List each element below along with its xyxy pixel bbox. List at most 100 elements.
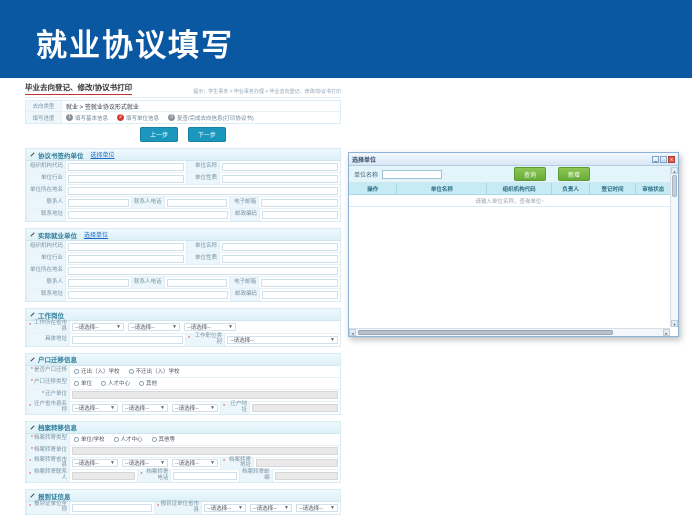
form-row: *档案转寄单位: [26, 446, 340, 458]
select-dropdown[interactable]: --请选择--▼: [72, 404, 118, 412]
scroll-left-icon[interactable]: ◄: [349, 329, 356, 336]
text-input[interactable]: [68, 175, 184, 183]
field-label: 邮政编码: [230, 289, 260, 301]
add-unit-button[interactable]: 新增: [558, 167, 590, 181]
text-input[interactable]: [68, 187, 338, 195]
vertical-scroll-thumb[interactable]: [672, 175, 677, 197]
destination-type-label: 去向类型: [26, 101, 62, 111]
form-row: 具体地址*工作职位类别--请选择--▼: [26, 334, 340, 346]
field-label: *工作职位类别: [185, 334, 225, 346]
required-mark: *: [29, 324, 31, 330]
text-input[interactable]: [68, 199, 129, 207]
radio-option[interactable]: 人才中心: [114, 435, 143, 443]
text-input[interactable]: [68, 255, 184, 263]
unit-name-input[interactable]: [382, 170, 442, 179]
radio-option[interactable]: 单位: [74, 379, 92, 387]
select-unit-dialog: 选择单位 ▁ □ ✕ 单位名称 查询 新增 操作单位名称组织机构代码负责人登记时…: [348, 152, 679, 337]
field-label: 联系地址: [26, 289, 66, 301]
select-unit-link[interactable]: 选择单位: [84, 230, 108, 239]
select-dropdown[interactable]: --请选择-- ▼: [204, 504, 246, 512]
text-input[interactable]: [173, 472, 236, 480]
text-input: [252, 404, 338, 412]
close-icon[interactable]: ✕: [668, 156, 675, 163]
step-1: 1填写基本信息: [66, 114, 108, 122]
radio-option[interactable]: 其他等: [152, 435, 176, 443]
field-label: 单位性质: [186, 173, 220, 184]
text-input: [72, 447, 338, 455]
text-input[interactable]: [72, 504, 152, 512]
form-row: *档案转寄省市县--请选择--▼--请选择--▼--请选择--▼*档案转寄地址: [26, 458, 340, 471]
radio-option[interactable]: 其他: [139, 379, 157, 387]
prev-step-button[interactable]: 上一步: [140, 127, 178, 142]
radio-option[interactable]: 不迁出（入）学校: [129, 367, 180, 375]
text-input[interactable]: [68, 211, 228, 219]
query-button[interactable]: 查询: [514, 167, 546, 181]
chevron-down-icon: ▼: [110, 460, 115, 466]
scroll-down-icon[interactable]: ▼: [671, 320, 678, 327]
scroll-right-icon[interactable]: ►: [663, 329, 670, 336]
maximize-icon[interactable]: □: [660, 156, 667, 163]
select-value: --请选择--: [125, 404, 149, 412]
radio-option[interactable]: 单位/学校: [74, 435, 105, 443]
text-input[interactable]: [261, 279, 338, 287]
select-dropdown[interactable]: --请选择--▼: [296, 504, 338, 512]
chevron-down-icon: ▼: [238, 505, 243, 511]
radio-option[interactable]: 迁出（入）学校: [74, 367, 120, 375]
destination-type-row: 去向类型 就业 > 签就业协议形式就业: [26, 101, 340, 112]
horizontal-scrollbar[interactable]: ◄ ►: [349, 328, 670, 336]
text-input[interactable]: [222, 175, 338, 183]
text-input[interactable]: [68, 267, 338, 275]
select-value: --请选择--: [187, 323, 211, 331]
dialog-titlebar[interactable]: 选择单位 ▁ □ ✕: [349, 153, 678, 166]
form-row: 单位行业单位性质: [26, 173, 340, 185]
text-input[interactable]: [167, 279, 228, 287]
radio-icon: [74, 437, 79, 442]
horizontal-scroll-thumb[interactable]: [358, 330, 613, 335]
text-input[interactable]: [222, 163, 338, 171]
field-label: 邮政编码: [230, 209, 260, 221]
scroll-up-icon[interactable]: ▲: [671, 167, 678, 174]
form-row: 单位所在地名: [26, 265, 340, 277]
text-input[interactable]: [222, 243, 338, 251]
text-input: [275, 472, 338, 480]
text-input[interactable]: [167, 199, 228, 207]
radio-option[interactable]: 人才中心: [101, 379, 130, 387]
form-title: 毕业去向登记、修改/协议书打印: [25, 82, 132, 95]
select-dropdown[interactable]: --请选择--▼: [184, 323, 236, 331]
section-2: 实际就业单位选择单位组织机构代码单位名称单位行业单位性质单位所在地名联系人联系人…: [25, 228, 341, 302]
select-dropdown[interactable]: --请选择--▼: [122, 459, 168, 467]
select-dropdown[interactable]: --请选择--▼: [72, 323, 124, 331]
form-row: *迁户单位: [26, 390, 340, 402]
select-dropdown[interactable]: --请选择--▼: [250, 504, 292, 512]
vertical-scrollbar[interactable]: ▲ ▼: [670, 167, 678, 327]
text-input[interactable]: [72, 336, 183, 344]
select-dropdown[interactable]: --请选择--▼: [172, 404, 218, 412]
select-value: --请选择--: [75, 323, 99, 331]
text-input[interactable]: [68, 163, 184, 171]
text-input[interactable]: [68, 243, 184, 251]
text-input[interactable]: [222, 255, 338, 263]
select-dropdown[interactable]: --请选择--▼: [172, 459, 218, 467]
spacer: [238, 321, 340, 333]
select-value: --请选择--: [207, 504, 231, 512]
select-dropdown[interactable]: --请选择--▼: [72, 459, 118, 467]
select-dropdown[interactable]: --请选择--▼: [122, 404, 168, 412]
section-title: 报到证信息: [38, 491, 71, 501]
text-input[interactable]: [68, 291, 228, 299]
select-unit-link[interactable]: 选择单位: [91, 150, 115, 159]
section-6: 报到证信息*报到证单位全称*报到证单位省市县--请选择--▼--请选择--▼--…: [25, 489, 341, 515]
radio-group: 单位/学校 人才中心 其他等: [70, 434, 340, 445]
form-row: 组织机构代码单位名称: [26, 161, 340, 173]
text-input[interactable]: [262, 291, 338, 299]
next-step-button[interactable]: 下一步: [188, 127, 226, 142]
text-input[interactable]: [68, 279, 129, 287]
required-mark: *: [223, 460, 225, 466]
minimize-icon[interactable]: ▁: [652, 156, 659, 163]
step-3: 3复查/完成去向信息(打印协议书): [168, 114, 254, 122]
select-dropdown[interactable]: --请选择--▼: [128, 323, 180, 331]
field-label: *档案转寄省市县: [26, 458, 70, 470]
text-input[interactable]: [262, 211, 338, 219]
field-label: 单位性质: [186, 253, 220, 264]
text-input[interactable]: [261, 199, 338, 207]
select-dropdown[interactable]: --请选择--▼: [227, 336, 338, 344]
